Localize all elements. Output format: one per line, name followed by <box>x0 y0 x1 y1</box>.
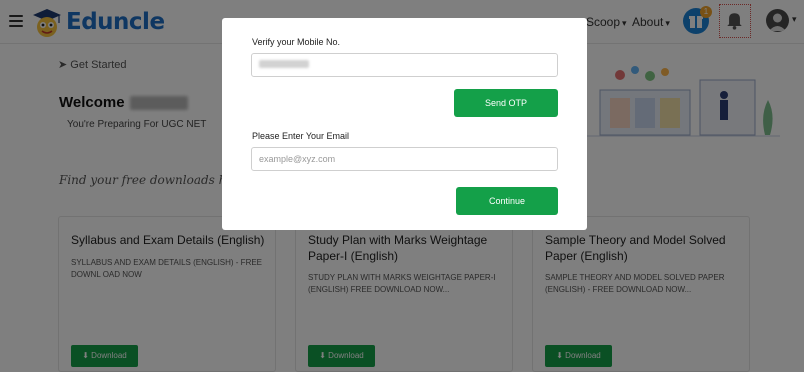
mobile-label: Verify your Mobile No. <box>252 37 341 47</box>
email-input[interactable] <box>251 147 558 171</box>
continue-button[interactable]: Continue <box>456 187 558 215</box>
send-otp-button[interactable]: Send OTP <box>454 89 558 117</box>
email-label: Please Enter Your Email <box>252 131 350 141</box>
verify-modal: Verify your Mobile No. Send OTP Please E… <box>222 18 587 230</box>
redacted-mobile-number <box>259 60 309 68</box>
